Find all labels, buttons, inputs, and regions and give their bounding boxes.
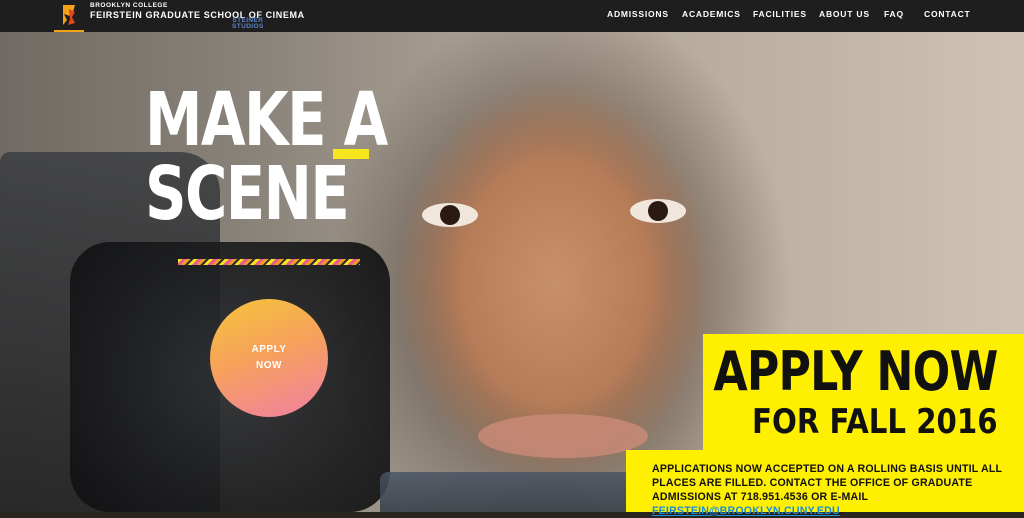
- lips: [478, 414, 648, 458]
- apply-now-label: APPLY NOW: [251, 344, 287, 371]
- callout-body-end: .: [839, 505, 843, 517]
- school-logo-icon[interactable]: [60, 3, 78, 27]
- logo-underline: [54, 30, 84, 32]
- callout-body-text: APPLICATIONS NOW ACCEPTED ON A ROLLING B…: [652, 463, 1002, 503]
- nav-academics[interactable]: ACADEMICS: [682, 9, 741, 19]
- eye-left: [422, 203, 478, 227]
- school-name[interactable]: BROOKLYN COLLEGE FEIRSTEIN GRADUATE SCHO…: [90, 2, 305, 20]
- apply-now-button[interactable]: APPLY NOW: [210, 299, 328, 417]
- nav-about-us[interactable]: ABOUT US: [819, 9, 870, 19]
- eye-right: [630, 199, 686, 223]
- steiner-studios-logo[interactable]: STEINER STUDIOS: [232, 17, 264, 30]
- nav-faq[interactable]: FAQ: [884, 9, 904, 19]
- top-navigation-bar: BROOKLYN COLLEGE FEIRSTEIN GRADUATE SCHO…: [0, 0, 1024, 32]
- headline-accent-bar: [333, 149, 369, 159]
- nav-contact[interactable]: CONTACT: [924, 9, 971, 19]
- callout-body: APPLICATIONS NOW ACCEPTED ON A ROLLING B…: [652, 462, 1002, 518]
- callout-subtitle: FOR FALL 2016: [752, 402, 998, 442]
- steiner-line-2: STUDIOS: [232, 23, 264, 30]
- callout-title: APPLY NOW: [713, 340, 999, 403]
- logo-line-1: BROOKLYN COLLEGE: [90, 2, 168, 9]
- nav-facilities[interactable]: FACILITIES: [753, 9, 807, 19]
- logo-line-2: FEIRSTEIN GRADUATE SCHOOL OF CINEMA: [90, 9, 305, 20]
- headline-scene: SCENE: [145, 151, 350, 237]
- nav-admissions[interactable]: ADMISSIONS: [607, 9, 669, 19]
- decorative-stripes: [178, 259, 360, 265]
- contact-email-link[interactable]: FEIRSTEIN@BROOKLYN.CUNY.EDU: [652, 505, 840, 517]
